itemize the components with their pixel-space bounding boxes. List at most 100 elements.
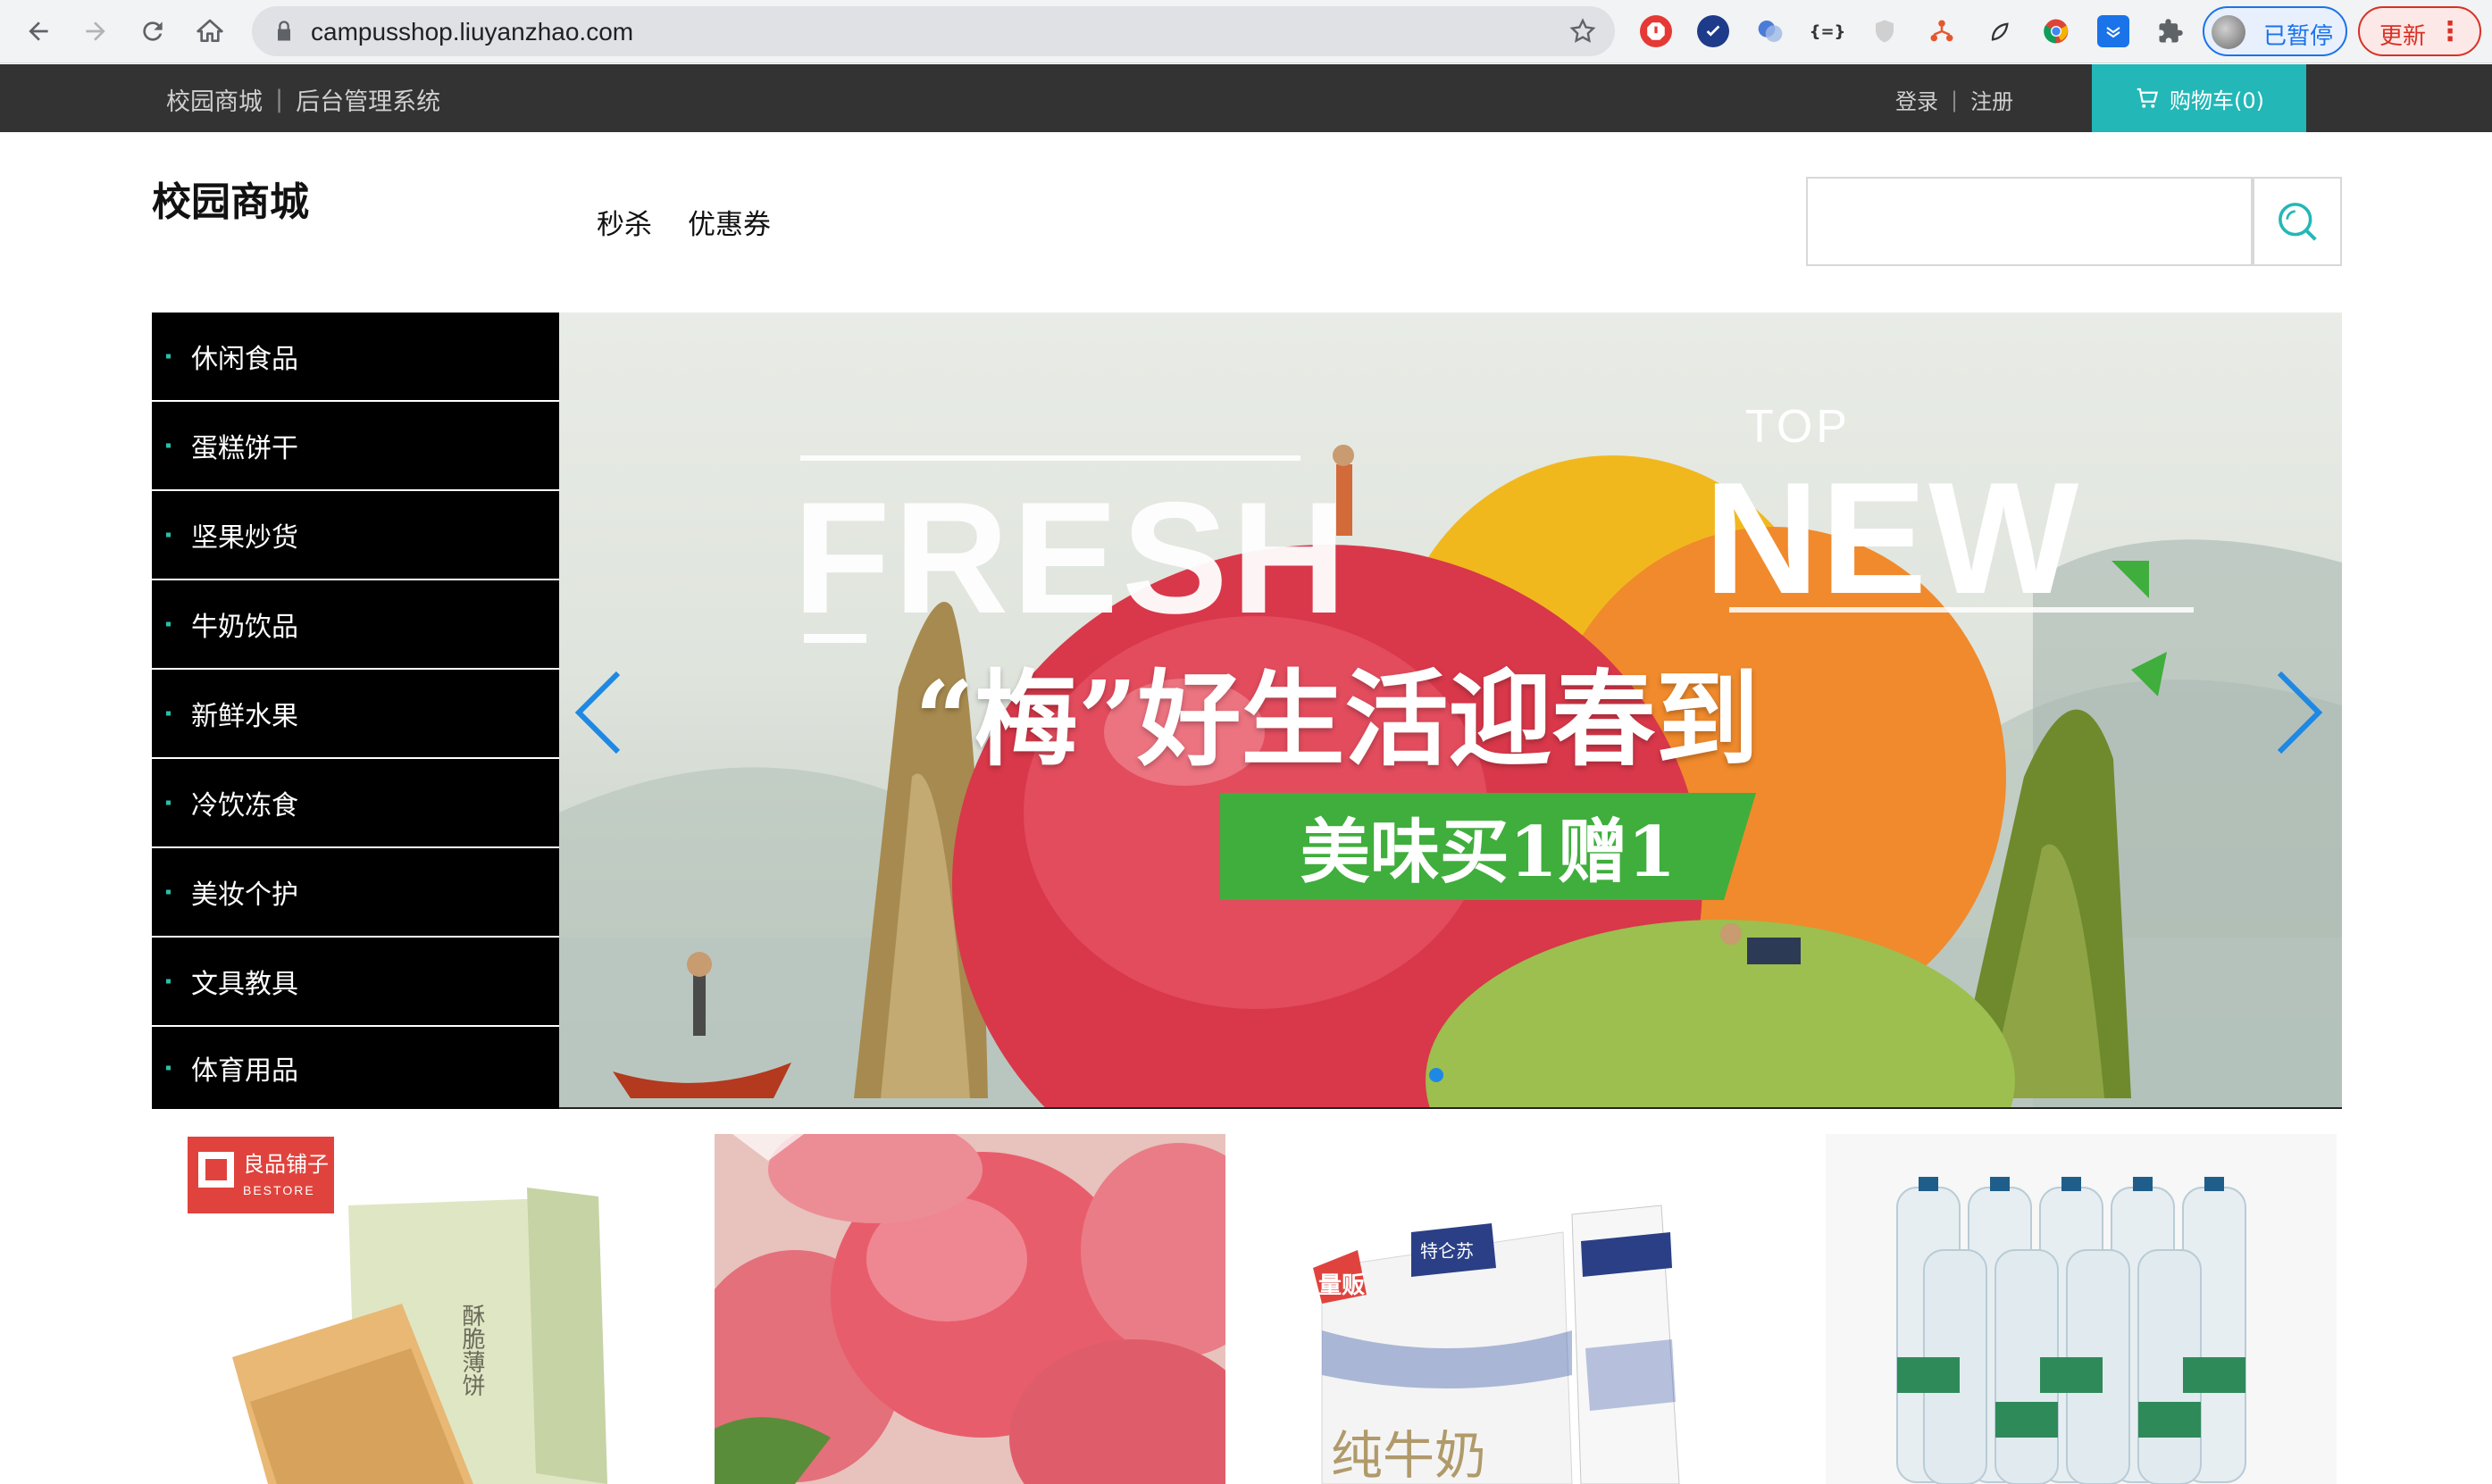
- translate-icon[interactable]: [1754, 15, 1786, 47]
- bullet-icon: [166, 1065, 171, 1071]
- chrome-icon[interactable]: [2040, 15, 2072, 47]
- back-button[interactable]: [20, 13, 57, 50]
- banner-promo-badge: 美味买1赠1: [1220, 793, 1756, 900]
- profile-status: 已暂停: [2263, 23, 2334, 50]
- banner-headline: “梅”好生活迎春到: [915, 659, 1760, 780]
- category-cakes-biscuits[interactable]: 蛋糕饼干: [152, 402, 559, 491]
- avatar: [2212, 15, 2245, 49]
- carousel-next-button[interactable]: [2272, 670, 2326, 755]
- banner-carousel[interactable]: FRESH TOP NEW “梅”好生活迎春到 美味买1赠1: [559, 313, 2342, 1109]
- product-image: 良品铺子 BESTORE 酥脆薄饼: [179, 1134, 690, 1484]
- back-arrow-icon: [29, 21, 48, 41]
- product-image: [1826, 1134, 2337, 1484]
- category-label: 体育用品: [191, 1055, 298, 1087]
- adblock-icon[interactable]: [1640, 15, 1672, 47]
- verified-icon[interactable]: [1697, 15, 1729, 47]
- bullet-icon: [166, 443, 171, 448]
- puzzle-icon[interactable]: [2154, 15, 2187, 47]
- category-snacks[interactable]: 休闲食品: [152, 313, 559, 402]
- cart-button[interactable]: 购物车(0): [2092, 64, 2306, 132]
- product-text: 纯牛奶: [1331, 1425, 1486, 1484]
- cart-icon: [2137, 88, 2159, 108]
- banner-promo-text: 美味买1赠1: [1300, 812, 1677, 893]
- divider: |: [1951, 87, 1959, 113]
- nav-flash-sale[interactable]: 秒杀: [597, 202, 652, 242]
- brand-text: 特仑苏: [1420, 1240, 1474, 1262]
- reload-icon: [143, 21, 163, 41]
- chevron-right-icon: [2277, 671, 2323, 755]
- category-sports[interactable]: 体育用品: [152, 1027, 559, 1109]
- bullet-icon: [166, 354, 171, 359]
- divider: |: [275, 86, 284, 113]
- category-frozen-food[interactable]: 冷饮冻食: [152, 759, 559, 848]
- reload-button[interactable]: [134, 13, 171, 50]
- bullet-icon: [166, 621, 171, 627]
- shield-icon[interactable]: [1869, 15, 1901, 47]
- register-link[interactable]: 注册: [1970, 84, 2013, 115]
- product-card-biscuits[interactable]: 良品铺子 BESTORE 酥脆薄饼: [179, 1134, 690, 1484]
- search-box: [1806, 177, 2253, 266]
- site-name-link[interactable]: 校园商城: [166, 82, 263, 117]
- category-beauty[interactable]: 美妆个护: [152, 848, 559, 938]
- category-label: 文具教具: [191, 969, 298, 1000]
- admin-link[interactable]: 后台管理系统: [296, 82, 440, 117]
- category-label: 新鲜水果: [191, 701, 298, 732]
- product-image: 量贩 特仑苏 纯牛奶: [1286, 1134, 1797, 1484]
- box-text: 酥脆薄饼: [458, 1304, 485, 1396]
- login-link[interactable]: 登录: [1895, 84, 1938, 115]
- more-menu-icon[interactable]: ⋮: [2437, 15, 2463, 49]
- category-sidebar: 休闲食品 蛋糕饼干 坚果炒货 牛奶饮品 新鲜水果 冷饮冻食 美妆个护 文具教具 …: [152, 313, 559, 1109]
- brand-en-text: BESTORE: [243, 1183, 315, 1197]
- profile-button[interactable]: 已暂停: [2203, 6, 2347, 56]
- category-fresh-fruit[interactable]: 新鲜水果: [152, 670, 559, 759]
- category-label: 美妆个护: [191, 880, 298, 911]
- category-label: 蛋糕饼干: [191, 433, 298, 464]
- forward-arrow-icon: [86, 21, 105, 41]
- tag-text: 量贩: [1318, 1272, 1365, 1299]
- lock-icon[interactable]: [272, 19, 297, 44]
- update-button[interactable]: 更新 ⋮: [2358, 6, 2481, 56]
- brand-text: 良品铺子: [243, 1152, 329, 1177]
- bullet-icon: [166, 711, 171, 716]
- product-card-water[interactable]: [1826, 1134, 2337, 1484]
- product-grid: 良品铺子 BESTORE 酥脆薄饼 量贩 特仑苏 纯牛奶: [0, 1134, 2492, 1484]
- search-icon: [2279, 203, 2317, 241]
- update-label: 更新: [2379, 23, 2427, 50]
- search-input[interactable]: [1808, 179, 2251, 264]
- nav-coupons[interactable]: 优惠券: [688, 202, 771, 242]
- bullet-icon: [166, 979, 171, 984]
- leaf-icon[interactable]: [1983, 15, 2015, 47]
- category-label: 牛奶饮品: [191, 612, 298, 643]
- bullet-icon: [166, 800, 171, 805]
- category-stationery[interactable]: 文具教具: [152, 938, 559, 1027]
- category-milk-drinks[interactable]: 牛奶饮品: [152, 580, 559, 670]
- bookmark-star-icon[interactable]: [1568, 17, 1597, 46]
- inbox-icon[interactable]: [2097, 15, 2129, 47]
- chevron-left-icon: [574, 671, 621, 755]
- bullet-icon: [166, 889, 171, 895]
- product-image: [715, 1134, 1225, 1484]
- product-card-milk[interactable]: 量贩 特仑苏 纯牛奶: [1286, 1134, 1797, 1484]
- network-icon[interactable]: [1926, 15, 1958, 47]
- json-icon[interactable]: {=}: [1810, 15, 1846, 47]
- cart-label: 购物车(0): [2170, 88, 2264, 113]
- address-bar[interactable]: campusshop.liuyanzhao.com: [252, 6, 1615, 56]
- category-label: 休闲食品: [191, 344, 298, 375]
- search-button[interactable]: [2253, 177, 2342, 266]
- browser-toolbar: campusshop.liuyanzhao.com {=} 已暂停 更新 ⋮: [0, 0, 2492, 63]
- home-button[interactable]: [191, 13, 229, 50]
- home-icon: [197, 19, 223, 42]
- bullet-icon: [166, 532, 171, 538]
- category-label: 冷饮冻食: [191, 790, 298, 821]
- banner-new-text: NEW: [1704, 449, 2081, 627]
- banner-fresh-text: FRESH: [793, 469, 1351, 646]
- forward-button[interactable]: [77, 13, 114, 50]
- product-card-apples[interactable]: [715, 1134, 1225, 1484]
- carousel-indicator[interactable]: [1429, 1068, 1443, 1082]
- url-text[interactable]: campusshop.liuyanzhao.com: [311, 18, 633, 46]
- carousel-prev-button[interactable]: [572, 670, 625, 755]
- banner-top-text: TOP: [1745, 401, 1851, 453]
- main-nav: 秒杀 优惠券: [597, 202, 771, 242]
- category-nuts[interactable]: 坚果炒货: [152, 491, 559, 580]
- site-logo[interactable]: 校园商城: [152, 170, 309, 227]
